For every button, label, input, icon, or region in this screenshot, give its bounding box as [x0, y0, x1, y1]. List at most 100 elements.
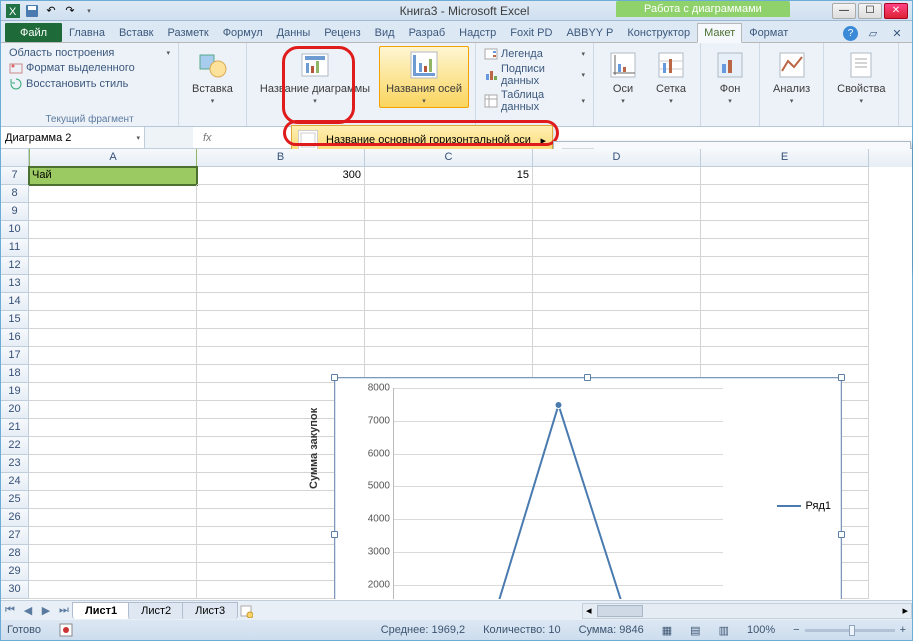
cell[interactable]: 300 [197, 167, 365, 185]
tab-formulas[interactable]: Формул [216, 23, 270, 42]
tab-abbyy[interactable]: ABBYY P [559, 23, 620, 42]
cell[interactable] [701, 167, 869, 185]
cell[interactable] [29, 239, 197, 257]
cell[interactable] [701, 257, 869, 275]
cell[interactable] [533, 257, 701, 275]
cell[interactable] [701, 293, 869, 311]
row-header[interactable]: 15 [1, 311, 29, 329]
cell[interactable] [365, 275, 533, 293]
sheet-nav-first[interactable]: ⏮ [1, 602, 19, 620]
cell[interactable] [197, 239, 365, 257]
view-normal-icon[interactable]: ▦ [662, 624, 672, 637]
view-page-break-icon[interactable]: ▥ [719, 624, 729, 637]
chart-element-selector[interactable]: Область построения▾ [7, 46, 172, 60]
cell[interactable] [29, 383, 197, 401]
zoom-slider[interactable]: −+ [793, 624, 906, 636]
row-header[interactable]: 13 [1, 275, 29, 293]
cell[interactable]: 15 [365, 167, 533, 185]
cell[interactable] [701, 329, 869, 347]
data-table-button[interactable]: Таблица данных▾ [482, 88, 587, 114]
cell[interactable] [365, 221, 533, 239]
tab-file[interactable]: Файл [5, 23, 62, 42]
cell[interactable] [533, 239, 701, 257]
row-header[interactable]: 23 [1, 455, 29, 473]
cell[interactable] [365, 239, 533, 257]
cell[interactable] [29, 185, 197, 203]
legend-button[interactable]: Легенда▾ [482, 46, 587, 62]
cell[interactable] [29, 473, 197, 491]
cell[interactable] [29, 437, 197, 455]
row-header[interactable]: 8 [1, 185, 29, 203]
minimize-ribbon-icon[interactable]: ▱ [864, 24, 882, 42]
tab-review[interactable]: Реценз [317, 23, 367, 42]
cell[interactable] [29, 347, 197, 365]
gridlines-button[interactable]: Сетка▾ [648, 46, 694, 108]
tab-foxit[interactable]: Foxit PD [503, 23, 559, 42]
row-header[interactable]: 18 [1, 365, 29, 383]
cell[interactable] [197, 221, 365, 239]
cell[interactable] [29, 509, 197, 527]
row-header[interactable]: 21 [1, 419, 29, 437]
qat-more-icon[interactable]: ▾ [81, 3, 97, 19]
cell[interactable] [533, 275, 701, 293]
row-header[interactable]: 30 [1, 581, 29, 599]
cell[interactable] [701, 239, 869, 257]
cell[interactable] [533, 221, 701, 239]
row-header[interactable]: 24 [1, 473, 29, 491]
resize-handle[interactable] [331, 374, 338, 381]
sheet-nav-last[interactable]: ⏭ [55, 602, 73, 620]
chart-title-button[interactable]: Название диаграммы▾ [253, 46, 377, 108]
cell[interactable] [701, 275, 869, 293]
cell[interactable] [29, 257, 197, 275]
cell[interactable] [533, 293, 701, 311]
save-icon[interactable] [24, 3, 40, 19]
sheet-nav-prev[interactable]: ◀ [19, 602, 37, 620]
col-header-B[interactable]: B [197, 149, 365, 167]
axis-titles-button[interactable]: Названия осей▾ [379, 46, 469, 108]
cell[interactable] [701, 221, 869, 239]
sheet-tab-1[interactable]: Лист1 [72, 602, 130, 619]
cell[interactable] [29, 401, 197, 419]
cell[interactable] [29, 455, 197, 473]
name-box[interactable]: Диаграмма 2▾ [1, 127, 145, 148]
tab-insert[interactable]: Вставк [112, 23, 161, 42]
row-header[interactable]: 12 [1, 257, 29, 275]
cell[interactable] [533, 167, 701, 185]
help-icon[interactable]: ? [843, 26, 858, 41]
row-header[interactable]: 22 [1, 437, 29, 455]
row-header[interactable]: 27 [1, 527, 29, 545]
chevron-down-icon[interactable]: ▾ [136, 134, 140, 142]
tab-chart-format[interactable]: Формат [742, 23, 795, 42]
cell[interactable] [701, 203, 869, 221]
cell[interactable] [197, 257, 365, 275]
background-button[interactable]: Фон▾ [707, 46, 753, 108]
new-sheet-icon[interactable] [237, 602, 255, 620]
cell[interactable] [29, 275, 197, 293]
col-header-E[interactable]: E [701, 149, 869, 167]
cell[interactable] [29, 545, 197, 563]
cell[interactable] [197, 347, 365, 365]
format-selection-button[interactable]: Формат выделенного [7, 60, 172, 76]
tab-chart-design[interactable]: Конструктор [620, 23, 697, 42]
worksheet-grid[interactable]: A B C D E 7Чай30015891011121314151617181… [1, 149, 912, 599]
chart-object[interactable]: Сумма закупок 01000200030004000500060007… [334, 377, 842, 599]
col-header-C[interactable]: C [365, 149, 533, 167]
resize-handle[interactable] [838, 374, 845, 381]
cell[interactable] [365, 257, 533, 275]
cell[interactable] [197, 329, 365, 347]
cell[interactable] [29, 563, 197, 581]
col-header-D[interactable]: D [533, 149, 701, 167]
properties-button[interactable]: Свойства▾ [830, 46, 892, 108]
cell[interactable] [197, 185, 365, 203]
sheet-tab-2[interactable]: Лист2 [128, 602, 184, 619]
cell[interactable] [29, 311, 197, 329]
insert-shapes-button[interactable]: Вставка▾ [185, 46, 240, 108]
select-all-corner[interactable] [1, 149, 29, 167]
tab-developer[interactable]: Разраб [402, 23, 453, 42]
row-header[interactable]: 28 [1, 545, 29, 563]
col-header-A[interactable]: A [29, 149, 197, 167]
cell[interactable] [29, 329, 197, 347]
axes-button[interactable]: Оси▾ [600, 46, 646, 108]
cell[interactable] [29, 203, 197, 221]
cell[interactable] [29, 419, 197, 437]
